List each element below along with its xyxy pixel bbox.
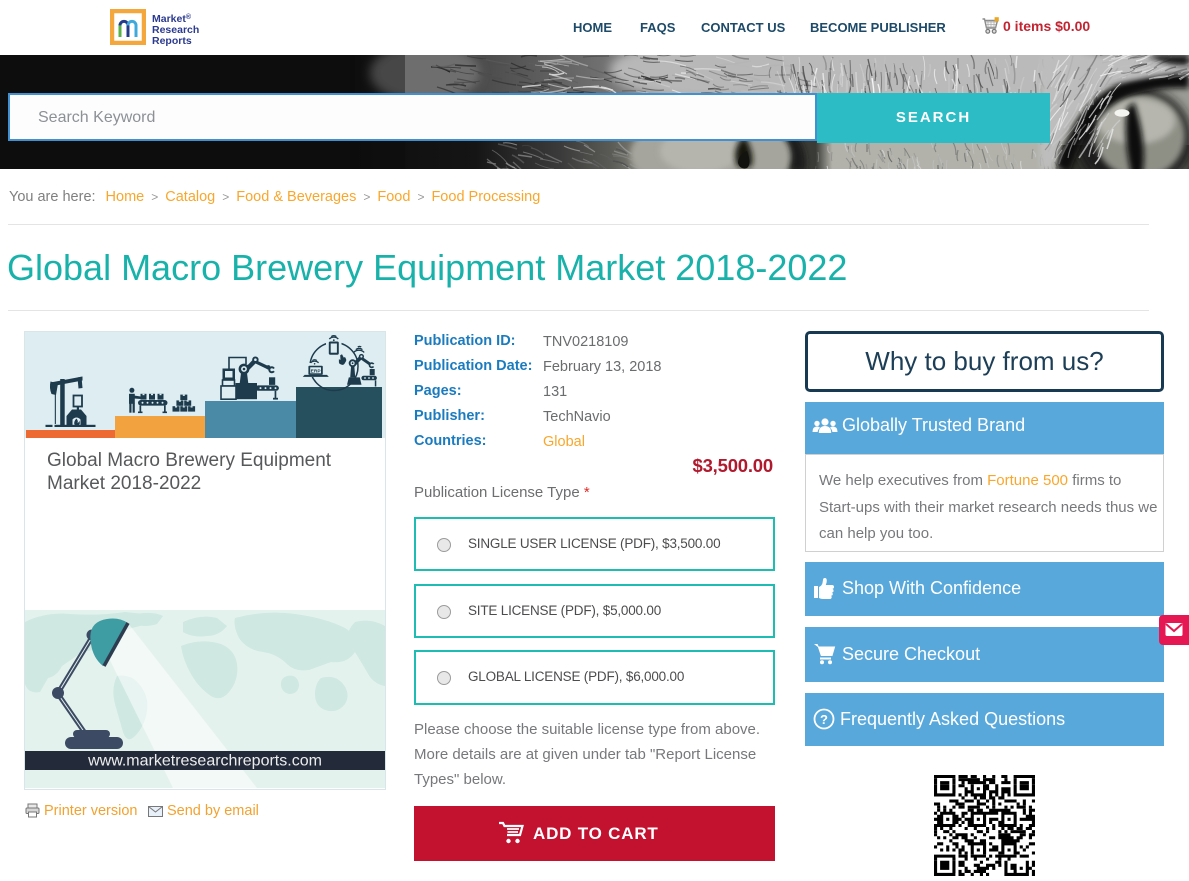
- svg-text:ERP: ERP: [311, 368, 322, 374]
- svg-text:www.marketresearchreports.com: www.marketresearchreports.com: [87, 753, 322, 770]
- svg-text:Market 2018-2022: Market 2018-2022: [47, 473, 201, 494]
- svg-text:?: ?: [820, 712, 828, 727]
- svg-text:Global Macro Brewery Equipment: Global Macro Brewery Equipment: [47, 450, 332, 471]
